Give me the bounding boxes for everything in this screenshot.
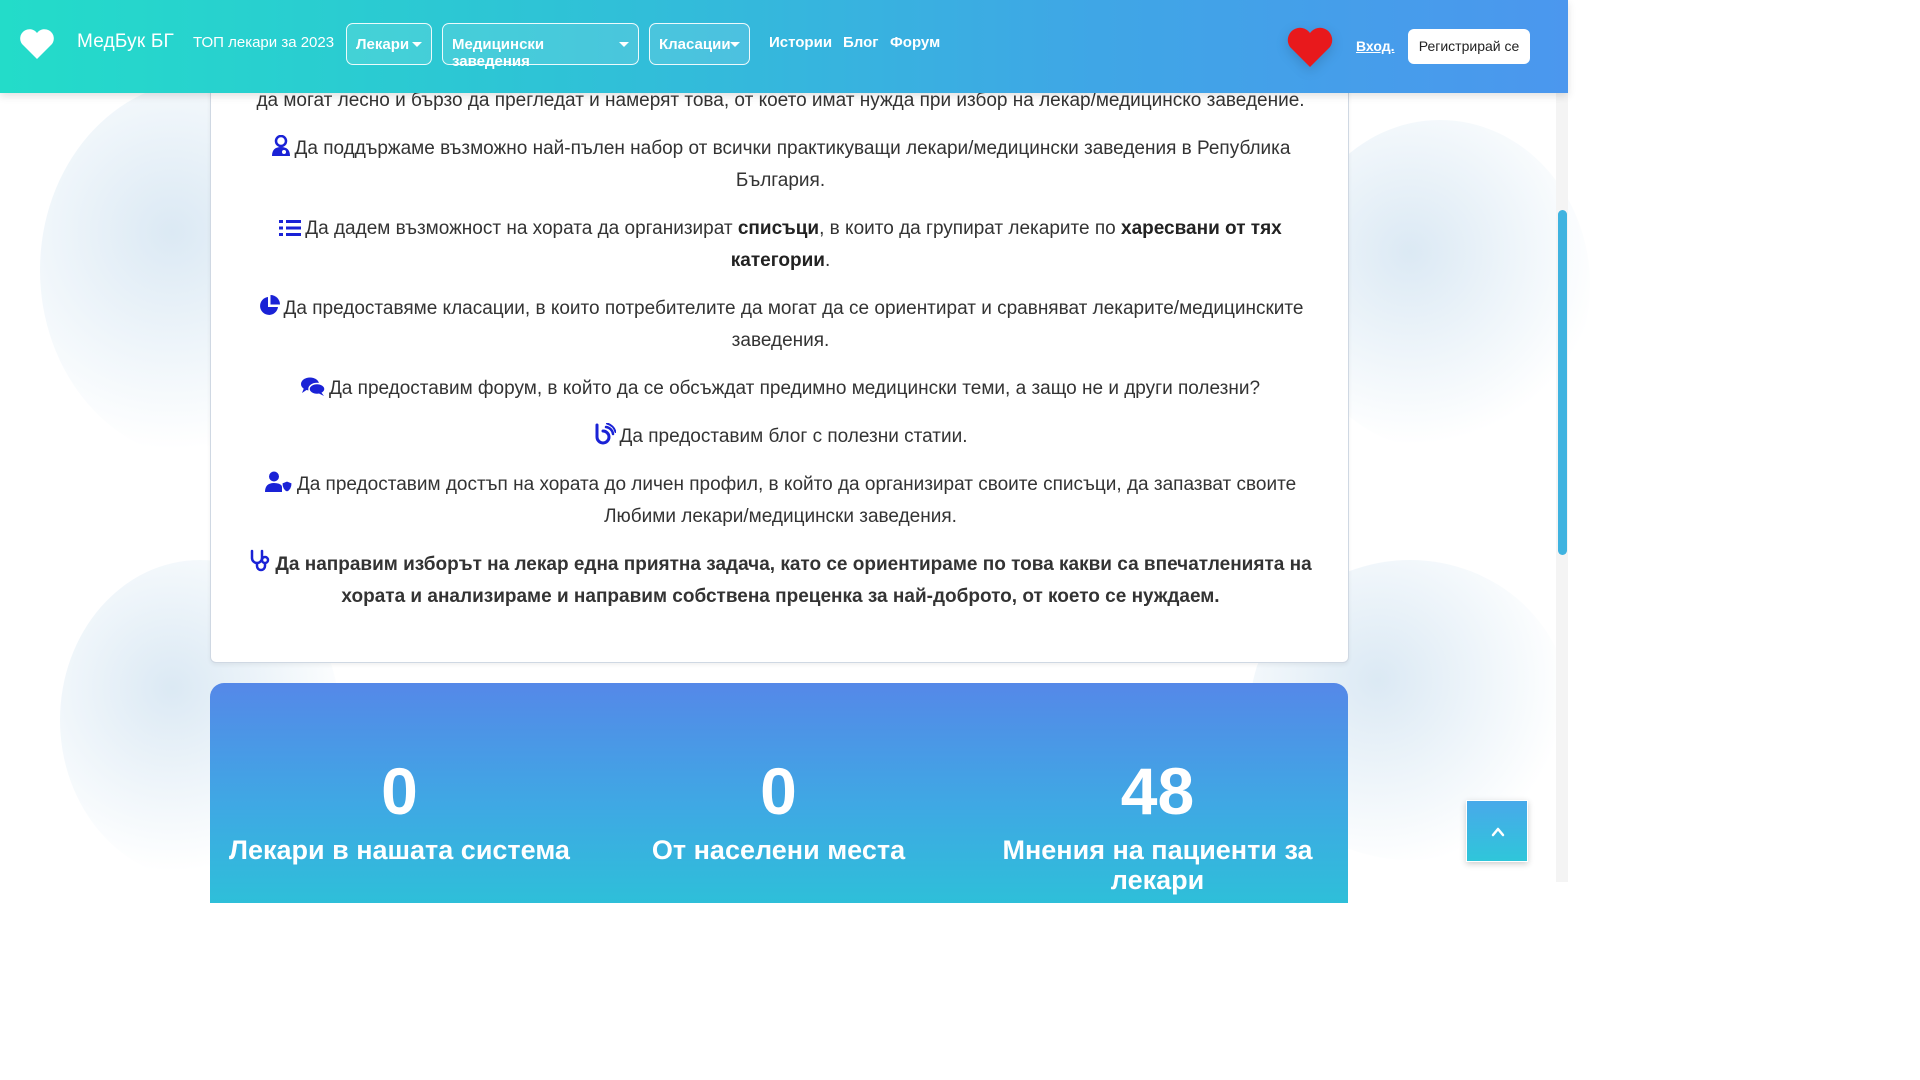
nav-blog[interactable]: Блог [843, 34, 879, 51]
mission-item-text: Да направим изборът на лекар една приятн… [275, 554, 1312, 607]
mission-card: да могат лесно и бързо да прегледат и на… [210, 60, 1349, 663]
stat-value: 48 [1120, 754, 1195, 828]
mission-item-text: Да предоставим достъп на хората до личен… [296, 474, 1297, 527]
nav-dropdown-label: Медицински заведения [452, 36, 545, 70]
mission-item-choice: Да направим изборът на лекар една приятн… [211, 549, 1350, 613]
mission-item-text: Да предоставим форум, в който да се обсъ… [328, 378, 1261, 399]
back-to-top-button[interactable] [1466, 800, 1528, 862]
pie-chart-icon [259, 295, 280, 315]
stat-label: От населени места [651, 835, 906, 865]
nav-top-doctors[interactable]: ТОП лекари за 2023 [193, 34, 334, 51]
list-icon [279, 220, 302, 236]
stat-value: 0 [760, 754, 797, 828]
mission-item-profile: Да предоставим достъп на хората до личен… [211, 469, 1350, 533]
login-link[interactable]: Вход. [1356, 38, 1395, 54]
mission-item-doctors: Да поддържаме възможно най-пълен набор о… [211, 133, 1350, 197]
mission-item-text: Да дадем възможност на хората да организ… [305, 218, 738, 239]
stats-section: 0 Лекари в нашата система 0 От населени … [210, 683, 1348, 903]
user-shield-icon [264, 471, 293, 493]
navbar: МедБук БГ ТОП лекари за 2023 Лекари Меди… [0, 0, 1568, 93]
red-heart-icon[interactable] [1286, 26, 1334, 68]
chevron-down-icon [730, 42, 740, 47]
user-doctor-icon [271, 135, 290, 156]
stat-label: Мнения на пациенти за лекари [1002, 835, 1313, 895]
mission-item-text: Да предоставим блог с полезни статии. [619, 426, 968, 447]
mission-item-text: . [824, 250, 831, 271]
mission-item-blog: Да предоставим блог с полезни статии. [211, 421, 1350, 453]
nav-dropdown-label: Класации [659, 36, 731, 53]
mission-item-lists: Да дадем възможност на хората да организ… [211, 213, 1350, 277]
nav-dropdown-rankings[interactable]: Класации [649, 23, 750, 65]
scrollbar-thumb[interactable] [1558, 210, 1567, 555]
chevron-down-icon [412, 42, 422, 47]
mission-item-rankings: Да предоставяме класации, в които потреб… [211, 293, 1350, 357]
nav-dropdown-doctors[interactable]: Лекари [346, 23, 432, 65]
heart-icon[interactable] [19, 28, 55, 60]
chevron-down-icon [619, 42, 629, 47]
stat-value: 0 [381, 754, 418, 828]
mission-item-forum: Да предоставим форум, в който да се обсъ… [211, 373, 1350, 405]
brand-name[interactable]: МедБук БГ [77, 31, 174, 53]
mission-item-bold: списъци [737, 218, 820, 239]
stat-label: Лекари в нашата система [229, 835, 570, 865]
nav-forum[interactable]: Форум [890, 34, 940, 51]
mission-item-text: Да предоставяме класации, в които потреб… [283, 298, 1304, 351]
stethoscope-icon [251, 549, 270, 572]
blog-icon [595, 423, 616, 445]
mission-item-text: , в които да групират лекарите по [819, 218, 1121, 239]
comments-icon [300, 377, 325, 396]
chevron-up-icon [1491, 827, 1505, 837]
register-button[interactable]: Регистрирай се [1408, 29, 1530, 64]
nav-dropdown-label: Лекари [356, 36, 410, 53]
mission-item-text: Да поддържаме възможно най-пълен набор о… [294, 138, 1291, 191]
nav-dropdown-institutions[interactable]: Медицински заведения [442, 23, 639, 70]
nav-stories[interactable]: Истории [769, 34, 832, 51]
